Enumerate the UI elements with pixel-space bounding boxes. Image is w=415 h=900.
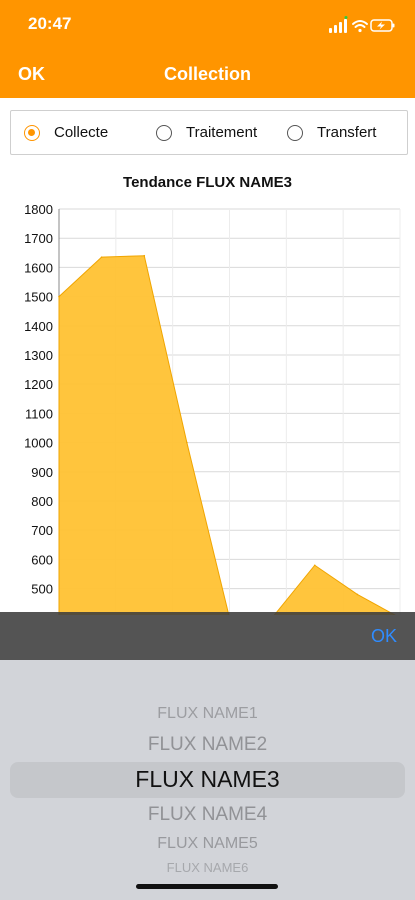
chart-plot: 1800 1700 1600 1500 1400 1300 1200 1100 1000 900 8… <box>24 202 401 615</box>
y-tick-label: 1800 <box>24 202 53 217</box>
y-tick-label: 1700 <box>24 231 53 246</box>
picker-ok-button[interactable]: OK <box>371 626 397 647</box>
y-tick-label: 1600 <box>24 260 53 275</box>
data-point <box>58 295 60 298</box>
radio-unselected-icon <box>287 124 303 141</box>
picker-item[interactable]: FLUX NAME2 <box>0 734 415 756</box>
radio-label-traitement: Traitement <box>186 124 258 141</box>
y-tick-label: 600 <box>31 552 53 567</box>
status-time: 20:47 <box>28 14 72 33</box>
privacy-dot-icon <box>344 16 348 19</box>
status-bar: 20:47 <box>0 0 415 50</box>
data-point <box>143 254 146 257</box>
radio-option-traitement[interactable]: Traitement <box>156 111 257 154</box>
y-tick-label: 700 <box>31 523 53 538</box>
chart-title: Tendance FLUX NAME3 <box>123 174 292 191</box>
radio-unselected-icon <box>156 124 172 141</box>
data-point <box>356 593 359 596</box>
type-selector: Collecte Traitement Transfert <box>10 110 408 155</box>
y-tick-label: 1500 <box>24 290 53 305</box>
wifi-icon <box>352 20 368 33</box>
radio-selected-icon <box>24 124 40 141</box>
battery-charging-icon <box>370 19 395 32</box>
radio-label-transfert: Transfert <box>317 124 377 141</box>
flux-picker[interactable]: FLUX NAME1 FLUX NAME2 FLUX NAME3 FLUX NA… <box>0 660 415 900</box>
y-tick-label: 1200 <box>24 377 53 392</box>
radio-option-transfert[interactable]: Transfert <box>287 111 376 154</box>
home-indicator <box>136 884 278 889</box>
status-icons <box>329 16 395 33</box>
radio-label-collecte: Collecte <box>54 124 109 141</box>
y-tick-label: 500 <box>31 582 53 597</box>
picker-item[interactable]: FLUX NAME5 <box>0 835 415 853</box>
y-tick-label: 1400 <box>24 319 53 334</box>
y-tick-label: 900 <box>31 465 53 480</box>
y-tick-label: 1000 <box>24 436 53 451</box>
navigation-bar: Collection OK <box>0 50 415 98</box>
y-tick-label: 1100 <box>25 406 53 421</box>
picker-item[interactable]: FLUX NAME6 <box>0 860 415 875</box>
signal-icon <box>329 19 347 33</box>
trend-chart: 1800 1700 1600 1500 1400 1300 1200 1100 1000 900 8… <box>0 165 415 615</box>
y-tick-label: 1300 <box>24 348 53 363</box>
picker-item-selected[interactable]: FLUX NAME3 <box>0 766 415 793</box>
picker-item[interactable]: FLUX NAME4 <box>0 804 415 826</box>
data-point <box>313 564 316 567</box>
picker-toolbar: OK <box>0 612 415 660</box>
data-point <box>100 256 103 258</box>
picker-item[interactable]: FLUX NAME1 <box>0 705 415 723</box>
ok-button[interactable]: OK <box>18 64 45 85</box>
page-title: Collection <box>163 64 251 84</box>
radio-option-collecte[interactable]: Collecte <box>24 111 108 154</box>
data-point <box>186 441 188 444</box>
y-tick-label: 800 <box>31 494 53 509</box>
